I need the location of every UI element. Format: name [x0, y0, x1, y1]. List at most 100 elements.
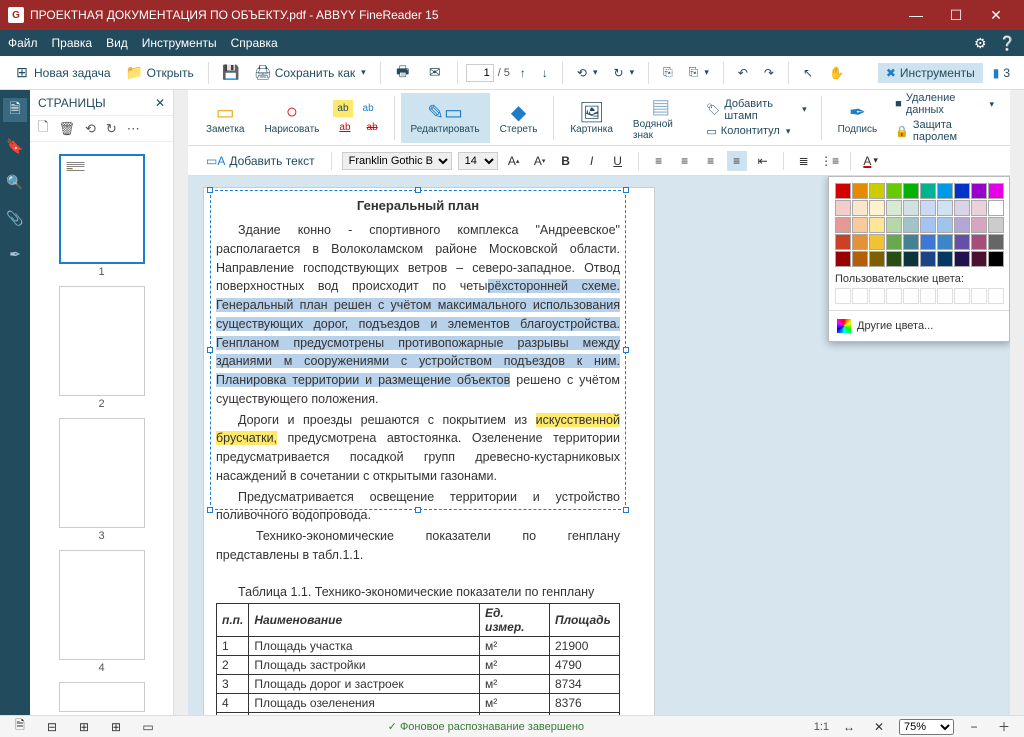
menu-help[interactable]: Справка [231, 36, 278, 50]
color-swatch[interactable] [886, 200, 902, 216]
color-swatch[interactable] [903, 251, 919, 267]
color-swatch[interactable] [852, 200, 868, 216]
underline-text-button[interactable]: U [608, 151, 628, 171]
color-swatch[interactable] [852, 217, 868, 233]
color-swatch[interactable] [937, 183, 953, 199]
color-swatch[interactable] [971, 217, 987, 233]
count-badge[interactable]: ▮3 [987, 63, 1016, 83]
maximize-button[interactable]: ☐ [936, 0, 976, 30]
page-up-button[interactable]: ↑ [514, 63, 532, 83]
pages-close-icon[interactable]: ✕ [155, 96, 165, 110]
align-right-button[interactable]: ≡ [701, 151, 721, 171]
doc-paragraph[interactable]: Дороги и проезды решаются с покрытием из… [216, 411, 620, 486]
font-family-select[interactable]: Franklin Gothic Bo [342, 152, 452, 170]
print-button[interactable]: 🖶 [389, 62, 417, 84]
delete-data-button[interactable]: ■Удаление данных▾ [895, 92, 994, 116]
rotate-page-icon[interactable]: ⟲ [85, 121, 96, 137]
color-swatch[interactable] [971, 183, 987, 199]
fit-width-icon[interactable]: ↔ [839, 717, 859, 737]
cursor-button[interactable]: ↖ [797, 63, 819, 83]
sidebar-search-icon[interactable]: 🔍 [3, 170, 27, 194]
color-swatch[interactable] [903, 217, 919, 233]
highlight2-button[interactable]: ab [357, 100, 380, 117]
edit-button[interactable]: ✎▭Редактировать [401, 93, 490, 143]
doc-paragraph[interactable]: Здание конно - спортивного комплекса "Ан… [216, 221, 620, 409]
color-swatch[interactable] [988, 234, 1004, 250]
more-colors-button[interactable]: Другие цвета... [835, 317, 1003, 335]
color-swatch[interactable] [886, 234, 902, 250]
thumbnail[interactable] [59, 682, 145, 712]
menu-file[interactable]: Файл [8, 36, 38, 50]
save-button[interactable]: 💾 [217, 62, 245, 84]
add-text-button[interactable]: ▭AДобавить текст [200, 151, 321, 171]
sign-button[interactable]: ✒Подпись [828, 93, 888, 143]
header-footer-button[interactable]: ▭Колонтитул▾ [706, 125, 806, 138]
thumbnail[interactable] [59, 550, 145, 660]
new-task-button[interactable]: ⊞Новая задача [8, 62, 117, 84]
color-swatch[interactable] [835, 200, 851, 216]
fit-page-icon[interactable]: ✕ [869, 717, 889, 737]
view-mode1-icon[interactable]: 🗎 [10, 717, 30, 737]
color-swatch[interactable] [971, 251, 987, 267]
color-swatch[interactable] [988, 183, 1004, 199]
color-swatch[interactable] [954, 183, 970, 199]
sidebar-attach-icon[interactable]: 📎 [3, 206, 27, 230]
redo-button[interactable]: ↷ [758, 63, 780, 83]
color-swatch[interactable] [954, 217, 970, 233]
color-swatch[interactable] [835, 251, 851, 267]
color-swatch[interactable] [852, 251, 868, 267]
color-swatch[interactable] [835, 183, 851, 199]
doc-table[interactable]: п.п. Наименование Ед. измер. Площадь 1Пл… [216, 603, 620, 715]
sidebar-sign-icon[interactable]: ✒ [3, 242, 27, 266]
color-swatch[interactable] [971, 234, 987, 250]
color-swatch[interactable] [852, 183, 868, 199]
tools-panel-button[interactable]: ✖Инструменты [878, 63, 983, 83]
font-size-select[interactable]: 14 [458, 152, 498, 170]
doc-paragraph[interactable]: Технико-экономические показатели по генп… [216, 527, 620, 565]
color-swatch[interactable] [937, 217, 953, 233]
color-swatch[interactable] [835, 217, 851, 233]
view-mode5-icon[interactable]: ▭ [138, 717, 158, 737]
color-swatch[interactable] [869, 200, 885, 216]
color-swatch[interactable] [903, 234, 919, 250]
list-num-button[interactable]: ≣ [794, 151, 814, 171]
view-mode4-icon[interactable]: ⊞ [106, 717, 126, 737]
doc-paragraph[interactable]: Предусматривается освещение территории и… [216, 488, 620, 526]
view-mode3-icon[interactable]: ⊞ [74, 717, 94, 737]
thumbnail[interactable] [59, 286, 145, 396]
color-swatch[interactable] [886, 217, 902, 233]
draw-button[interactable]: ○Нарисовать [254, 93, 329, 143]
color-swatch[interactable] [869, 217, 885, 233]
align-center-button[interactable]: ≡ [675, 151, 695, 171]
menu-edit[interactable]: Правка [52, 36, 93, 50]
add-stamp-button[interactable]: 🏷Добавить штамп▾ [706, 98, 806, 122]
table-row[interactable]: 2Площадь застройким²4790 [217, 656, 620, 675]
color-swatch[interactable] [869, 234, 885, 250]
close-button[interactable]: ✕ [976, 0, 1016, 30]
zoom-out-button[interactable]: − [964, 717, 984, 737]
list-bullet-button[interactable]: ⋮≡ [820, 151, 840, 171]
table-row[interactable]: 4Площадь озеленениям²8376 [217, 694, 620, 713]
table-row[interactable]: 5Коэффициент озеленения-0,38 [217, 713, 620, 715]
delete-page-icon[interactable]: 🗑 [58, 121, 75, 137]
color-swatch[interactable] [954, 251, 970, 267]
strikeout-button[interactable]: ab [361, 119, 384, 136]
rotate-button[interactable]: ⟲▾ [571, 63, 604, 83]
font-grow-button[interactable]: A▴ [504, 151, 524, 171]
underline-button[interactable]: ab [333, 119, 356, 136]
erase-button[interactable]: ◆Стереть [490, 93, 548, 143]
color-swatch[interactable] [903, 200, 919, 216]
menu-view[interactable]: Вид [106, 36, 128, 50]
mail-button[interactable]: ✉ [421, 62, 449, 84]
view-mode2-icon[interactable]: ⊟ [42, 717, 62, 737]
table-row[interactable]: 1Площадь участкам²21900 [217, 637, 620, 656]
color-swatch[interactable] [920, 234, 936, 250]
color-swatch[interactable] [835, 234, 851, 250]
color-swatch[interactable] [852, 234, 868, 250]
pages-more-icon[interactable]: ⋯ [127, 121, 140, 137]
color-swatch[interactable] [886, 251, 902, 267]
color-swatch[interactable] [920, 251, 936, 267]
color-swatch[interactable] [937, 234, 953, 250]
crop2-button[interactable]: ⎘▾ [683, 62, 715, 83]
pages-scrollbar[interactable] [174, 90, 188, 715]
